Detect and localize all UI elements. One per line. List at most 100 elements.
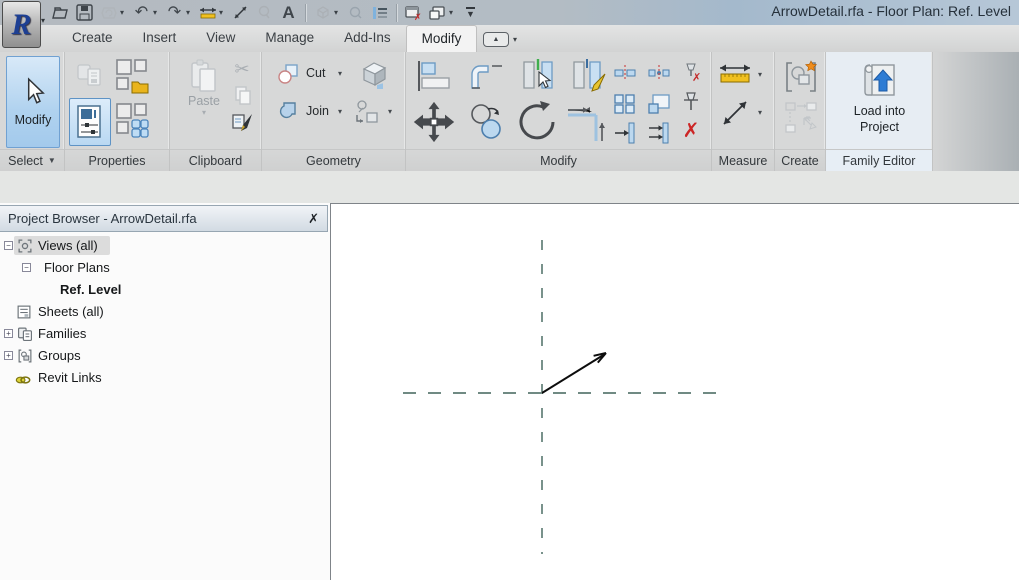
scale-icon[interactable] [646, 92, 672, 116]
measure-icon[interactable] [230, 2, 251, 23]
aligned-dimension-icon[interactable] [197, 2, 218, 23]
move-icon[interactable] [410, 100, 458, 144]
modify-tool-button[interactable]: Modify [6, 56, 60, 148]
joins-dropdown-icon[interactable]: ▾ [388, 107, 392, 116]
offset-icon[interactable] [466, 58, 508, 94]
family-category-icon[interactable] [113, 56, 151, 98]
join-dropdown-icon[interactable]: ▾ [338, 107, 342, 116]
tag-icon[interactable] [254, 2, 275, 23]
dimension-tool-dropdown-icon[interactable]: ▾ [758, 108, 762, 117]
copy-to-clipboard-icon[interactable] [232, 84, 254, 106]
pin-icon[interactable] [678, 90, 704, 114]
undo-dropdown-icon[interactable]: ▾ [153, 8, 161, 17]
ribbon-minimize-button[interactable]: ▲ [483, 32, 509, 47]
properties-palette-icon[interactable] [69, 98, 111, 146]
save-icon[interactable] [74, 2, 95, 23]
tab-modify[interactable]: Modify [406, 25, 478, 52]
tree-item-label[interactable]: Ref. Level [60, 282, 121, 297]
clipboard-panel-label[interactable]: Clipboard [170, 149, 261, 171]
join-geometry-icon[interactable] [274, 100, 298, 124]
copy-icon[interactable] [464, 100, 508, 144]
unpin-icon[interactable]: ✗ [678, 60, 704, 84]
3d-view-dropdown-icon[interactable]: ▾ [334, 8, 342, 17]
create-group-icon[interactable] [783, 58, 819, 96]
render-icon[interactable] [345, 2, 366, 23]
tree-item-floor-plans[interactable]: − Floor Plans [0, 257, 328, 279]
redo-dropdown-icon[interactable]: ▾ [186, 8, 194, 17]
sync-icon[interactable] [98, 2, 119, 23]
switch-windows-icon[interactable] [427, 2, 448, 23]
tree-item-families[interactable]: + Families [0, 323, 328, 345]
delete-icon[interactable]: ✗ [678, 118, 704, 144]
tree-item-sheets[interactable]: Sheets (all) [0, 301, 328, 323]
tab-create[interactable]: Create [57, 25, 128, 52]
cope-remove-icon[interactable] [646, 62, 672, 84]
application-menu-button[interactable]: R [2, 1, 41, 48]
family-types-icon[interactable] [73, 58, 109, 96]
properties-panel-label[interactable]: Properties [65, 149, 169, 171]
select-dropdown-icon[interactable]: ▼ [48, 156, 56, 165]
tree-item-label[interactable]: Floor Plans [44, 260, 110, 275]
drawing-area[interactable] [330, 203, 1019, 580]
trim-extend-corner-icon[interactable] [564, 100, 610, 144]
tree-item-ref-level[interactable]: Ref. Level [0, 279, 328, 301]
undo-icon[interactable]: ↶ [131, 2, 152, 23]
project-browser-titlebar[interactable]: Project Browser - ArrowDetail.rfa ✗ [0, 205, 328, 232]
type-properties-icon[interactable] [113, 100, 151, 142]
geometry-panel-label[interactable]: Geometry [262, 149, 405, 171]
create-similar-icon[interactable] [783, 100, 819, 136]
trim-extend-multiple-icon[interactable] [646, 120, 672, 146]
paste-button[interactable]: Paste ▾ [182, 56, 226, 118]
cut-geometry-icon[interactable] [276, 62, 300, 86]
array-icon[interactable] [612, 92, 638, 116]
select-panel-label[interactable]: Select▼ [0, 149, 64, 171]
beam-column-joins-icon[interactable] [352, 98, 382, 128]
measure-panel-label[interactable]: Measure [712, 149, 774, 171]
ribbon-minimize-dropdown-icon[interactable]: ▾ [513, 35, 517, 44]
match-type-properties-icon[interactable] [230, 110, 256, 136]
switch-windows-dropdown-icon[interactable]: ▾ [449, 8, 457, 17]
tree-item-revit-links[interactable]: Revit Links [0, 367, 328, 389]
paint-icon[interactable] [358, 58, 390, 90]
load-into-project-button[interactable]: Load into Project [830, 56, 929, 148]
tab-view[interactable]: View [191, 25, 250, 52]
open-icon[interactable] [50, 2, 71, 23]
dimension-dropdown-icon[interactable]: ▾ [219, 8, 227, 17]
paste-dropdown-icon[interactable]: ▾ [202, 108, 206, 117]
create-panel-label[interactable]: Create [775, 149, 825, 171]
aligned-dimension-tool-icon[interactable] [718, 96, 752, 130]
cut-to-clipboard-icon[interactable]: ✂ [230, 58, 254, 80]
tab-insert[interactable]: Insert [128, 25, 192, 52]
tree-item-label[interactable]: Groups [38, 348, 81, 363]
tree-item-groups[interactable]: + Groups [0, 345, 328, 367]
modify-panel-label[interactable]: Modify [406, 149, 711, 171]
application-menu-dropdown-icon[interactable]: ▾ [41, 16, 45, 25]
sync-dropdown-icon[interactable]: ▾ [120, 8, 128, 17]
measure-dropdown-icon[interactable]: ▾ [758, 70, 762, 79]
customize-qat-icon[interactable]: ▼ [460, 2, 481, 23]
tab-manage[interactable]: Manage [250, 25, 329, 52]
rotate-icon[interactable] [512, 98, 562, 146]
expand-icon[interactable]: + [4, 329, 13, 338]
join-label[interactable]: Join [306, 104, 329, 118]
expand-icon[interactable]: + [4, 351, 13, 360]
text-icon[interactable]: A [278, 2, 299, 23]
measure-between-references-icon[interactable] [716, 60, 754, 90]
cope-icon[interactable] [612, 62, 638, 84]
close-icon[interactable]: ✗ [308, 211, 319, 227]
thin-lines-icon[interactable] [369, 2, 390, 23]
redo-icon[interactable]: ↷ [164, 2, 185, 23]
default-3d-view-icon[interactable] [312, 2, 333, 23]
align-icon[interactable] [414, 58, 454, 94]
collapse-icon[interactable]: − [22, 263, 31, 272]
tree-item-label[interactable]: Revit Links [38, 370, 102, 385]
cut-label[interactable]: Cut [306, 66, 325, 80]
tree-item-label[interactable]: Families [38, 326, 86, 341]
split-element-icon[interactable] [518, 56, 560, 96]
trim-extend-single-icon[interactable] [612, 120, 638, 146]
tree-item-views[interactable]: − Views (all) [0, 235, 328, 257]
collapse-icon[interactable]: − [4, 241, 13, 250]
split-with-gap-icon[interactable] [568, 56, 610, 96]
tab-add-ins[interactable]: Add-Ins [329, 25, 406, 52]
tree-item-label[interactable]: Sheets (all) [38, 304, 104, 319]
